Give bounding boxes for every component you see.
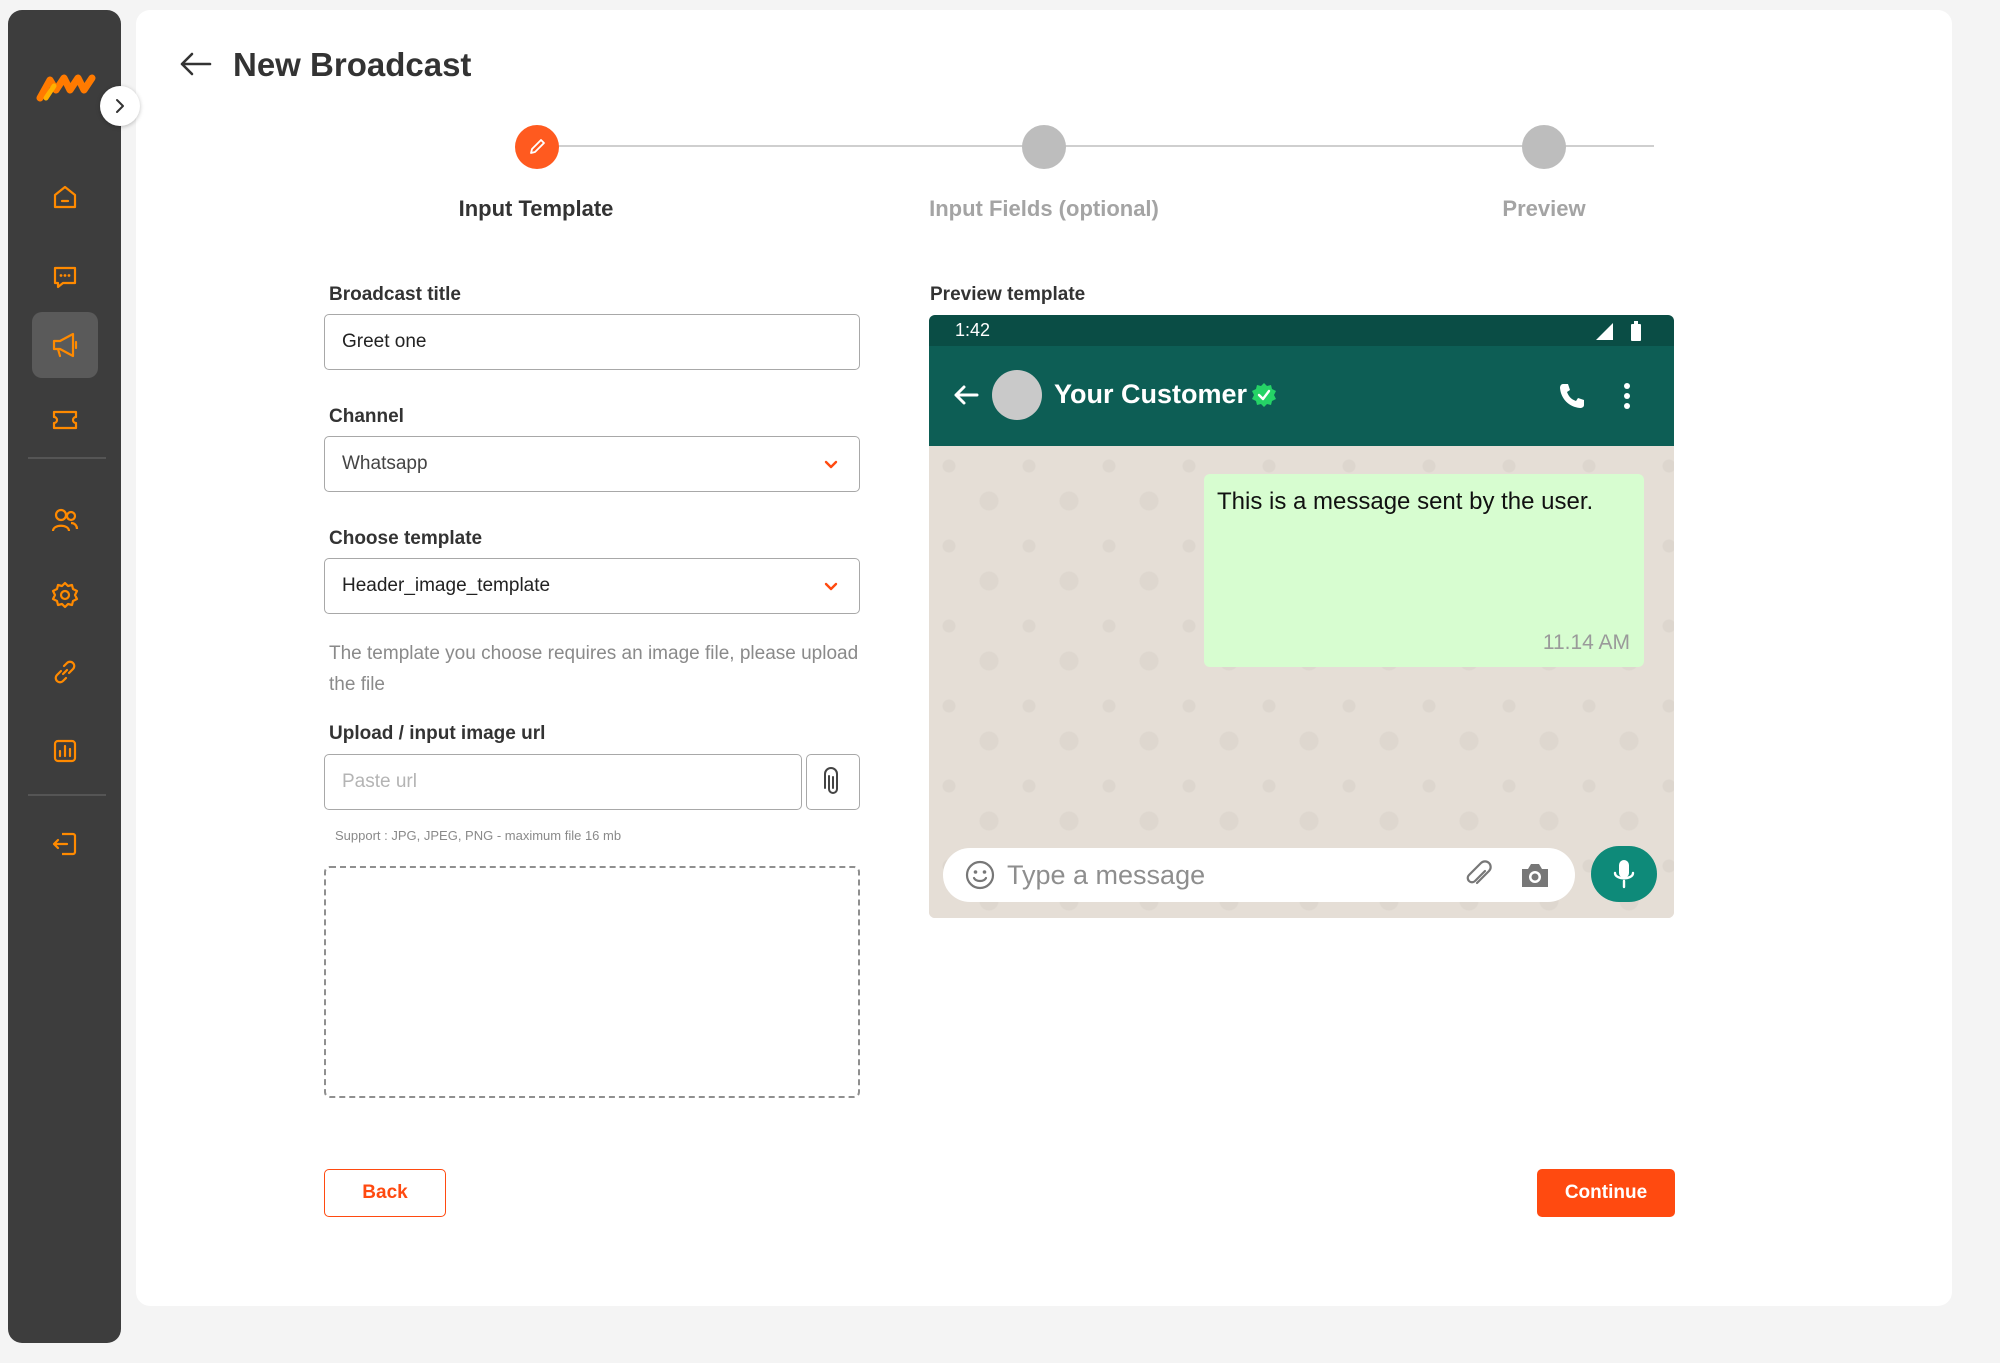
sidebar-expand-button[interactable] <box>100 86 140 126</box>
attach-file-button[interactable] <box>806 754 860 810</box>
sidebar-item-contacts[interactable] <box>32 487 98 553</box>
broadcast-title-label: Broadcast title <box>329 284 461 305</box>
back-arrow-icon[interactable] <box>951 380 981 410</box>
sidebar-item-ticket[interactable] <box>32 387 98 453</box>
logout-icon <box>52 832 77 856</box>
whatsapp-preview: 1:42 Your Customer This is a message sen… <box>929 315 1674 918</box>
template-select[interactable]: Header_image_template <box>324 558 860 614</box>
microphone-icon <box>1613 860 1635 889</box>
message-input-bar[interactable]: Type a message <box>943 848 1575 902</box>
sidebar-divider <box>28 457 106 459</box>
stepper-line <box>537 145 1654 147</box>
step-indicator-2 <box>1022 125 1066 169</box>
sidebar-item-logout[interactable] <box>32 811 98 877</box>
step-label-input-template[interactable]: Input Template <box>411 196 661 222</box>
signal-icon <box>1596 323 1613 340</box>
image-url-input[interactable]: Paste url <box>324 754 802 810</box>
paperclip-icon[interactable] <box>1463 859 1495 891</box>
page-title: New Broadcast <box>233 46 472 83</box>
chevron-right-icon <box>116 99 124 113</box>
back-button[interactable]: Back <box>324 1169 446 1217</box>
file-support-text: Support : JPG, JPEG, PNG - maximum file … <box>335 828 622 843</box>
template-helper-text: The template you choose requires an imag… <box>329 643 859 695</box>
emoji-icon[interactable] <box>965 860 995 890</box>
template-value: Header_image_template <box>342 575 551 596</box>
image-url-label: Upload / input image url <box>329 723 546 744</box>
phone-status-bar: 1:42 <box>929 315 1674 346</box>
ticket-icon <box>52 410 78 430</box>
chart-icon <box>53 739 77 763</box>
sidebar-item-home[interactable] <box>32 164 98 230</box>
logo <box>36 74 96 102</box>
chevron-down-icon <box>824 460 838 469</box>
continue-button[interactable]: Continue <box>1537 1169 1675 1217</box>
phone-icon[interactable] <box>1556 380 1588 412</box>
preview-template-label: Preview template <box>930 284 1086 305</box>
chat-header: Your Customer <box>929 346 1674 446</box>
avatar <box>992 370 1042 420</box>
contact-name: Your Customer <box>1054 379 1248 409</box>
channel-value: Whatsapp <box>342 453 428 474</box>
step-label-preview[interactable]: Preview <box>1444 196 1644 222</box>
main-card: New Broadcast Input Template Input Field… <box>136 10 1952 1306</box>
verified-icon <box>1252 383 1276 407</box>
step-label-input-fields[interactable]: Input Fields (optional) <box>894 196 1194 222</box>
microphone-button[interactable] <box>1591 846 1657 902</box>
sidebar-divider <box>28 794 106 796</box>
message-text: This is a message sent by the user. <box>1217 488 1594 515</box>
sidebar-item-settings[interactable] <box>32 562 98 628</box>
image-dropzone[interactable] <box>324 866 860 1098</box>
channel-label: Channel <box>329 406 404 427</box>
broadcast-title-value: Greet one <box>342 331 427 352</box>
status-time: 1:42 <box>955 320 991 340</box>
image-url-placeholder: Paste url <box>342 771 417 792</box>
sidebar-item-integrations[interactable] <box>32 639 98 705</box>
channel-select[interactable]: Whatsapp <box>324 436 860 492</box>
message-bubble: This is a message sent by the user. 11.1… <box>1204 474 1644 667</box>
battery-icon <box>1631 321 1641 341</box>
megaphone-icon <box>52 332 78 358</box>
chat-area: This is a message sent by the user. 11.1… <box>929 446 1674 918</box>
gear-icon <box>51 581 79 609</box>
users-icon <box>51 508 79 532</box>
message-time: 11.14 AM <box>1542 631 1630 654</box>
back-arrow-icon[interactable] <box>176 44 216 84</box>
sidebar-item-chat[interactable] <box>32 244 98 310</box>
step-indicator-1 <box>515 125 559 169</box>
chevron-down-icon <box>824 582 838 591</box>
sidebar-item-reports[interactable] <box>32 718 98 784</box>
home-icon <box>53 185 77 209</box>
link-icon <box>54 660 76 684</box>
sidebar-item-broadcast[interactable] <box>32 312 98 378</box>
sidebar <box>8 10 121 1343</box>
message-placeholder: Type a message <box>1007 860 1206 890</box>
template-label: Choose template <box>329 528 483 549</box>
camera-icon[interactable] <box>1519 860 1551 890</box>
pencil-icon <box>530 139 545 154</box>
step-indicator-3 <box>1522 125 1566 169</box>
chat-icon <box>53 266 77 289</box>
more-vertical-icon[interactable] <box>1621 380 1633 412</box>
broadcast-title-input[interactable]: Greet one <box>324 314 860 370</box>
paperclip-icon <box>824 767 838 794</box>
